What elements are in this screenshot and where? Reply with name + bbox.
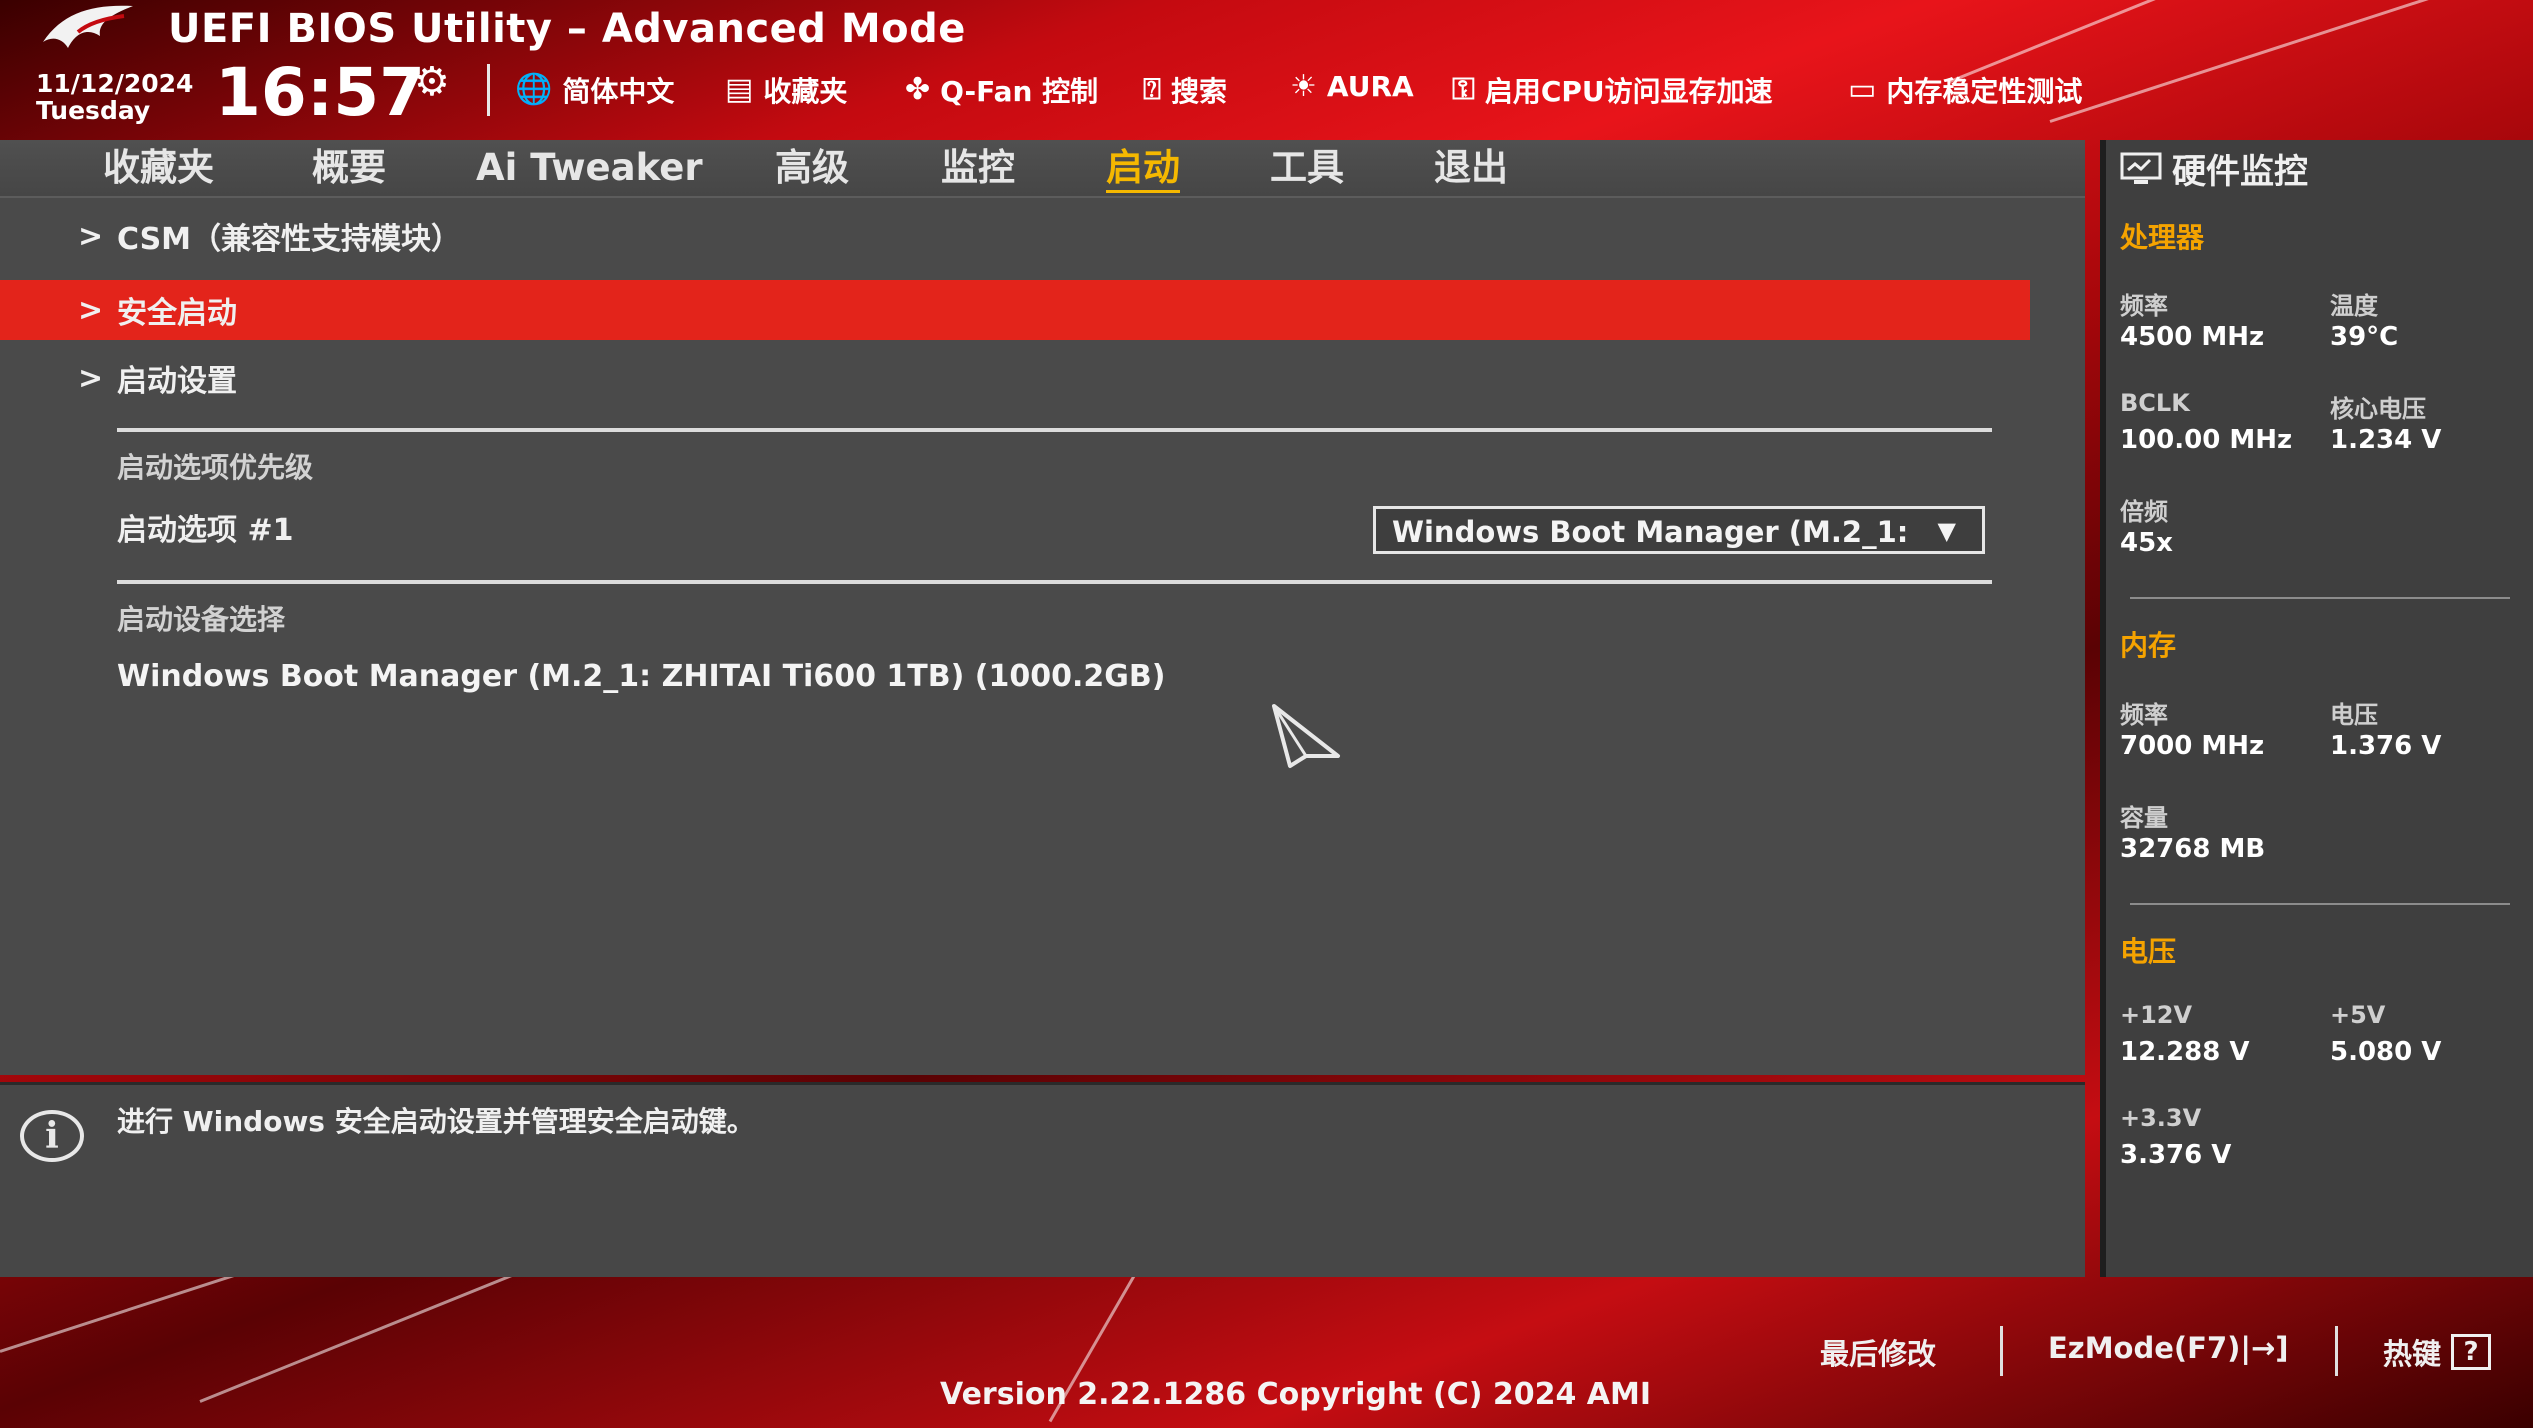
header-bar: UEFI BIOS Utility – Advanced Mode 11/12/… [0,0,2533,140]
hardware-monitor-title: 硬件监控 [2120,144,2308,193]
footer-divider [2000,1326,2003,1376]
boot-device-item[interactable]: Windows Boot Manager (M.2_1: ZHITAI Ti60… [117,659,1165,694]
tab-favorites[interactable]: 收藏夹 [103,140,214,196]
search-label: 搜索 [1171,75,1228,108]
tab-advanced[interactable]: 高级 [775,140,849,196]
menu-item-secure-boot[interactable]: > 安全启动 [0,280,2030,340]
menu-item-label: 启动设置 [117,364,237,399]
date-text: 11/12/2024 [36,69,194,98]
cpu-temp-value: 39°C [2330,322,2399,352]
resizable-bar-label: 启用CPU访问显存加速 [1484,75,1773,108]
header-divider [487,64,490,116]
mouse-cursor-icon [1272,704,1340,768]
mem-volt-label: 电压 [2330,701,2378,729]
device-select-title: 启动设备选择 [117,603,286,636]
info-icon: i [20,1110,84,1162]
time-display[interactable]: 16:57 [215,58,425,128]
language-label: 简体中文 [562,75,675,108]
last-modified-button[interactable]: 最后修改 [1820,1331,1936,1373]
memory-icon: ▭ [1848,72,1877,107]
hotkeys-label: 热键 [2383,1337,2442,1371]
help-text: 进行 Windows 安全启动设置并管理安全启动键。 [117,1105,755,1138]
qfan-button[interactable]: ✤ Q-Fan 控制 [905,70,1098,110]
v12-value: 12.288 V [2120,1037,2250,1067]
cpu-section-title: 处理器 [2120,221,2205,254]
tab-boot[interactable]: 启动 [1106,143,1180,193]
hotkeys-button[interactable]: 热键 ? [2383,1331,2492,1373]
fan-icon: ✤ [905,72,931,107]
boot-option-dropdown[interactable]: Windows Boot Manager (M.2_1: ▼ [1373,506,1985,554]
menu-item-boot-config[interactable]: > 启动设置 [0,348,2030,408]
tab-exit[interactable]: 退出 [1434,140,1508,196]
tab-main[interactable]: 概要 [312,140,386,196]
gear-icon[interactable]: ⚙ [414,62,450,102]
chevron-right-icon: > [78,218,104,254]
resizable-bar-button[interactable]: ⚿ 启用CPU访问显存加速 [1452,70,1773,110]
favorites-label: 收藏夹 [763,75,848,108]
aura-label: AURA [1326,70,1414,103]
bclk-label: BCLK [2120,389,2190,417]
bclk-value: 100.00 MHz [2120,425,2293,455]
menu-item-csm[interactable]: > CSM（兼容性支持模块） [0,206,2030,266]
memory-section-title: 内存 [2120,629,2177,662]
weekday-text: Tuesday [36,96,151,125]
section-divider [117,428,1992,432]
date-display[interactable]: 11/12/2024 Tuesday [36,70,193,124]
cpu-freq-value: 4500 MHz [2120,322,2265,352]
question-icon: ⍰ [1143,72,1161,107]
app-title: UEFI BIOS Utility – Advanced Mode [168,6,966,52]
aura-button[interactable]: ☀ AURA [1290,70,1414,103]
menu-item-label: 安全启动 [117,296,237,331]
boot-option-value: Windows Boot Manager (M.2_1: [1392,515,1909,549]
version-text: Version 2.22.1286 Copyright (C) 2024 AMI [940,1377,1652,1412]
chevron-right-icon: > [78,360,104,396]
favorites-button[interactable]: ▤ 收藏夹 [725,70,847,110]
boot-option-label: 启动选项 #1 [117,513,294,548]
section-divider [117,580,1992,584]
bookmark-icon: ▤ [725,72,754,107]
search-button[interactable]: ⍰ 搜索 [1143,70,1227,110]
cpu-temp-label: 温度 [2330,292,2378,320]
footer-divider [2335,1326,2338,1376]
ezmode-button[interactable]: EzMode(F7)|→] [2048,1331,2289,1365]
tab-tool[interactable]: 工具 [1270,140,1344,196]
monitor-divider [2130,903,2510,905]
mem-freq-label: 频率 [2120,701,2168,729]
boot-priority-title: 启动选项优先级 [117,451,314,484]
mem-capacity-label: 容量 [2120,804,2168,832]
mem-freq-value: 7000 MHz [2120,731,2265,761]
rog-logo [43,5,133,48]
tab-ai-tweaker[interactable]: Ai Tweaker [476,140,703,196]
voltage-section-title: 电压 [2120,935,2177,968]
globe-icon: 🌐 [515,72,553,107]
monitor-divider [2130,597,2510,599]
v5-label: +5V [2330,1001,2386,1029]
monitor-icon [2120,152,2162,184]
language-button[interactable]: 🌐 简体中文 [515,70,674,110]
v33-value: 3.376 V [2120,1140,2232,1170]
mem-volt-value: 1.376 V [2330,731,2442,761]
vcore-label: 核心电压 [2330,395,2426,423]
vcore-value: 1.234 V [2330,425,2442,455]
v12-label: +12V [2120,1001,2193,1029]
tab-monitor[interactable]: 监控 [941,140,1015,196]
chevron-right-icon: > [78,292,104,328]
memtest-label: 内存稳定性测试 [1886,75,2083,108]
question-icon: ? [2451,1334,2492,1370]
hardware-monitor-label: 硬件监控 [2172,152,2308,192]
mem-capacity-value: 32768 MB [2120,834,2266,864]
memtest-button[interactable]: ▭ 内存稳定性测试 [1848,70,2082,110]
menu-item-label: CSM（兼容性支持模块） [117,222,462,257]
aura-icon: ☀ [1290,68,1317,104]
cpu-memory-icon: ⚿ [1452,72,1475,107]
cpu-freq-label: 频率 [2120,292,2168,320]
chevron-down-icon: ▼ [1937,517,1956,545]
ratio-label: 倍频 [2120,498,2168,526]
v5-value: 5.080 V [2330,1037,2442,1067]
qfan-label: Q-Fan 控制 [940,75,1099,108]
ratio-value: 45x [2120,528,2173,558]
v33-label: +3.3V [2120,1104,2202,1132]
